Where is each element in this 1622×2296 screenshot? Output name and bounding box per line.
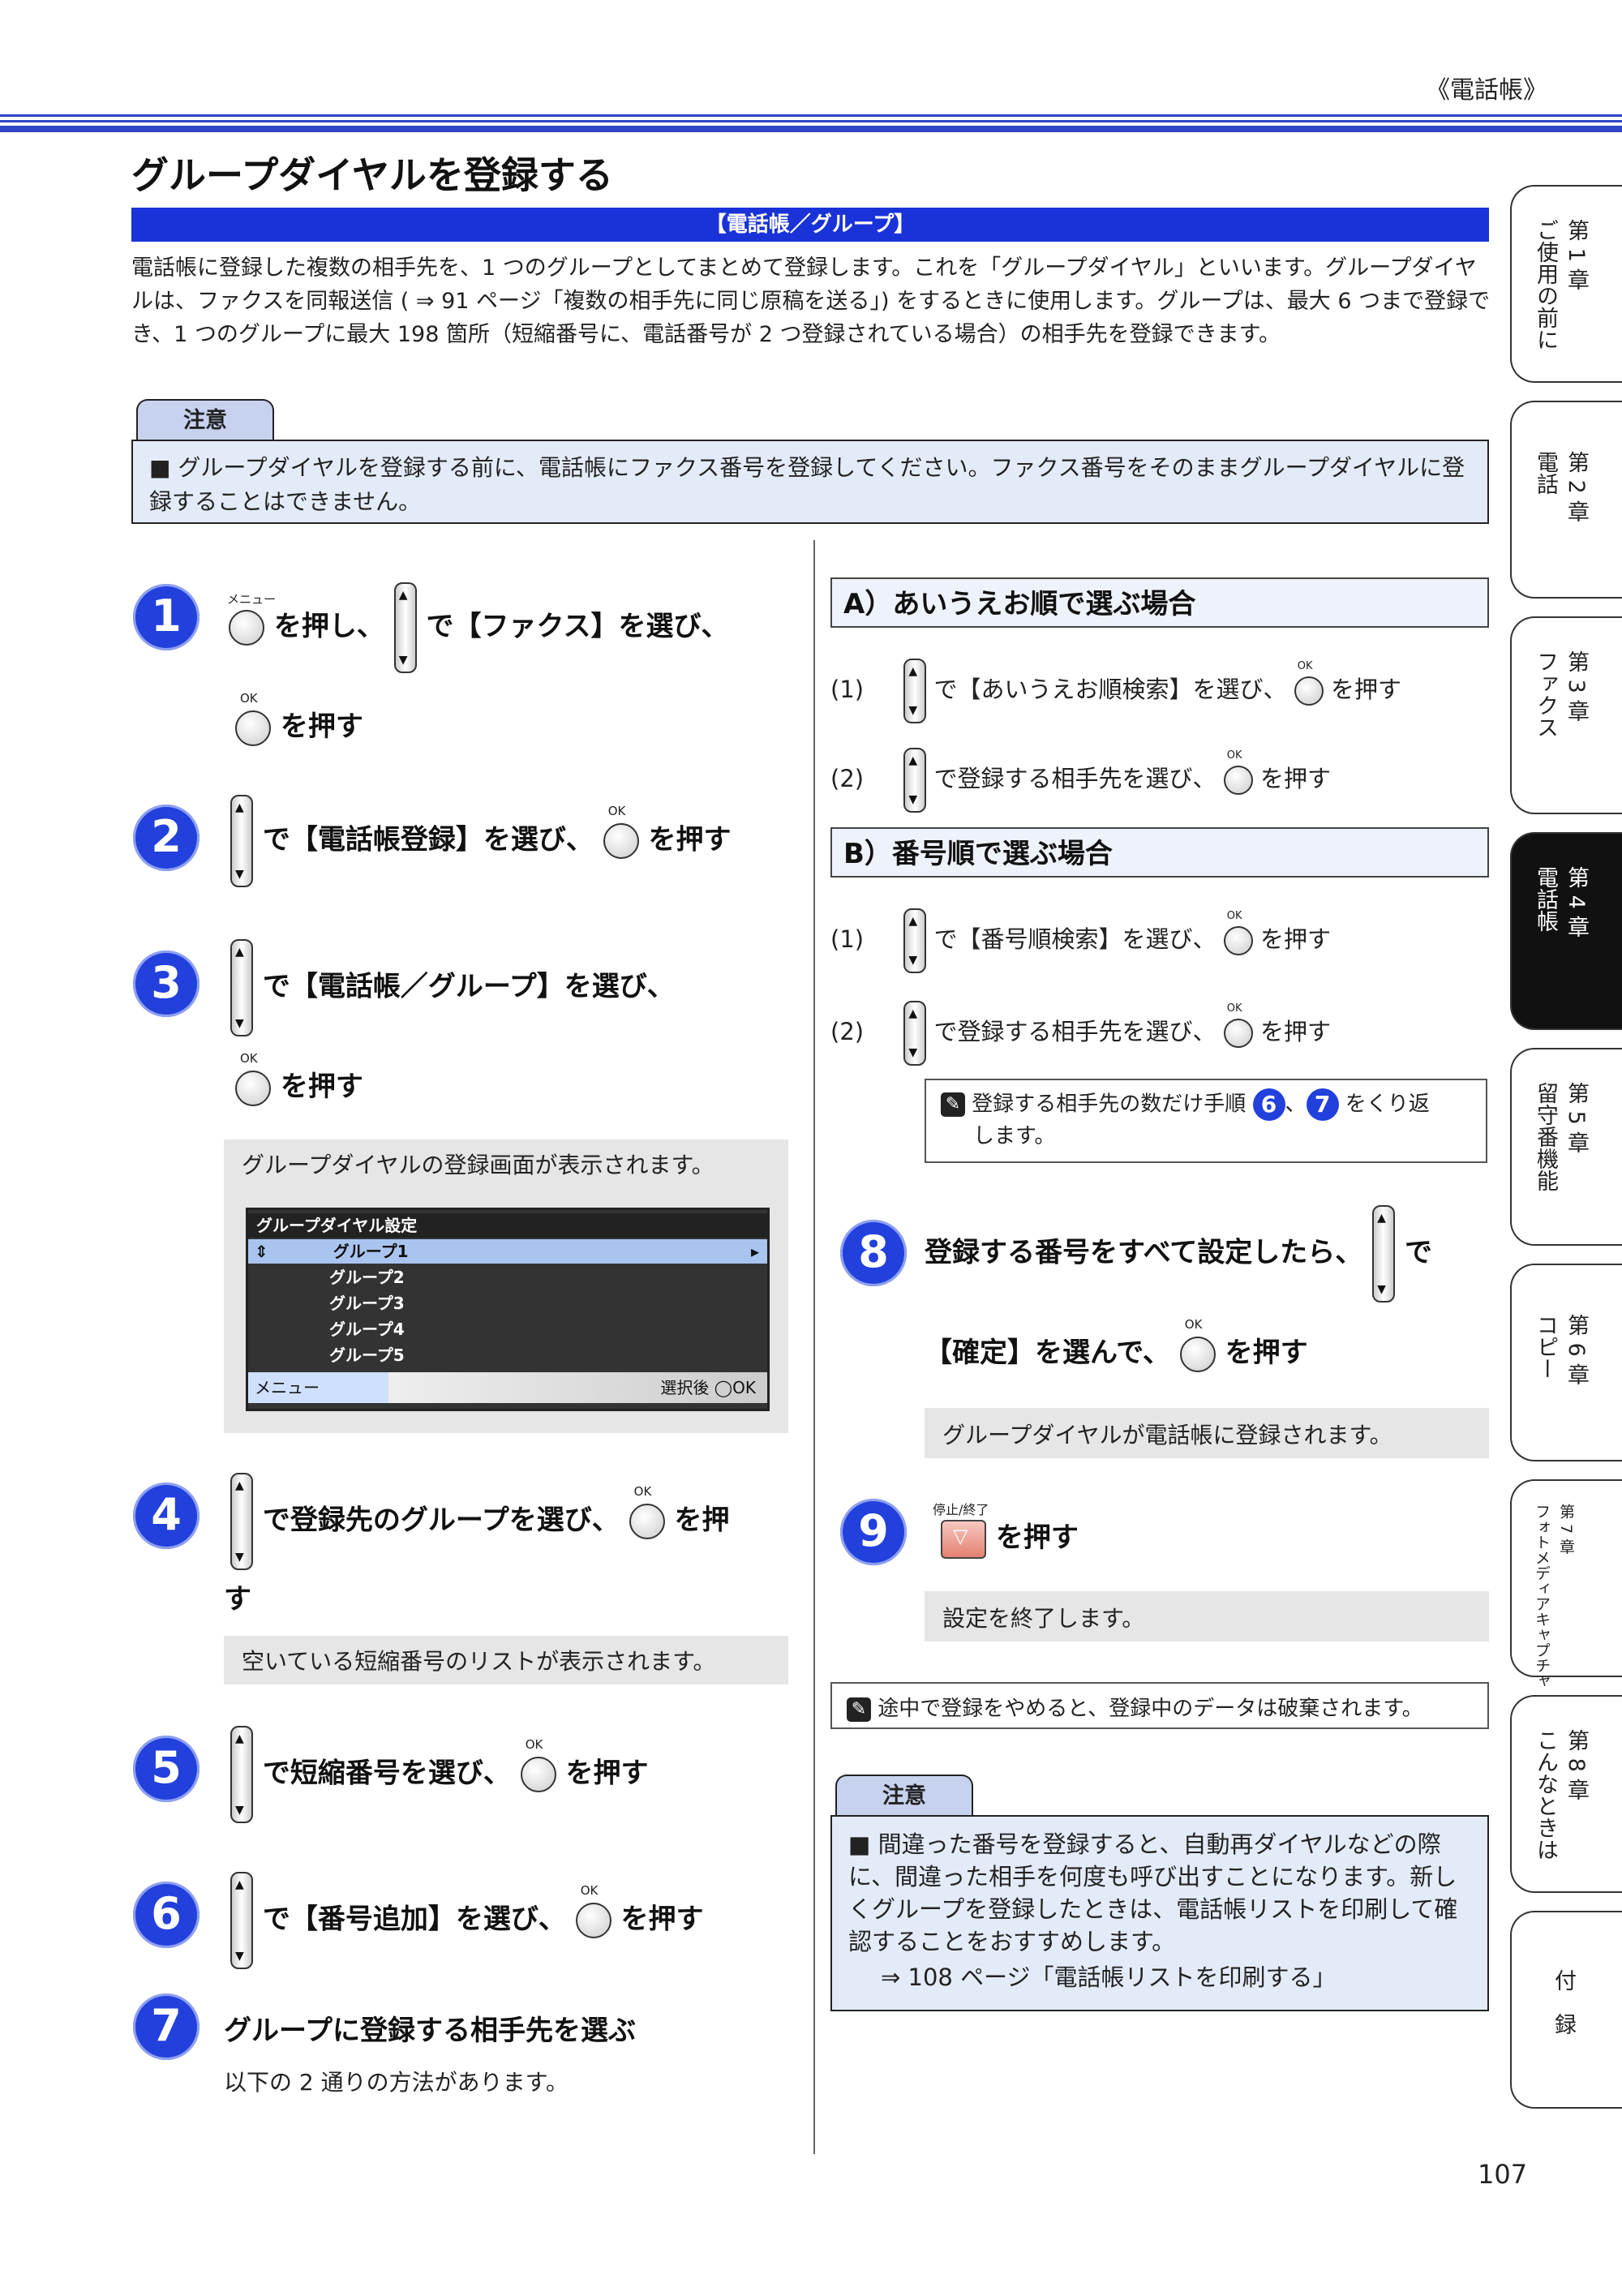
caution-tab: 注意 [136,399,274,441]
up-down-button-icon [903,908,927,973]
method-b-item-1: (1) で【番号順検索】を選び、 OK を押す [830,908,1331,973]
chapter-tab-2[interactable]: 第 2 章電話 [1510,401,1622,599]
step-3-number: 3 [133,951,200,1017]
column-divider [813,540,815,2154]
menu-path-bar: 【電話帳／グループ】 [131,208,1489,242]
step-6-number: 6 [133,1882,200,1948]
ok-button-icon: OK [520,1737,556,1792]
ok-button-icon: OK [1223,910,1253,955]
memo-icon: ✎ [847,1697,871,1722]
step-4-number: 4 [133,1483,200,1549]
step-2-text: で【電話帳登録】を選び、 OK を押す [230,795,732,887]
lcd-row: グループ3 [329,1294,405,1313]
step-1-line2: OK を押す [235,691,363,746]
method-a-item-2: (2) で登録する相手先を選び、 OK を押す [830,748,1331,813]
lcd-row: グループ2 [329,1268,405,1287]
up-down-button-icon [230,939,253,1036]
step-7-text: グループに登録する相手先を選ぶ [224,2015,636,2047]
method-b-item-2: (2) で登録する相手先を選び、 OK を押す [830,1001,1331,1066]
chapter-tab-5[interactable]: 第 5 章留守番機能 [1510,1048,1622,1246]
up-down-button-icon [230,795,253,887]
step-9-note: 設定を終了します。 [925,1591,1489,1642]
method-a-heading: A）あいうえお順で選ぶ場合 [830,577,1489,628]
lcd-title: グループダイヤル設定 [248,1213,767,1238]
chapter-tab-4[interactable]: 第 4 章電話帳 [1510,832,1622,1030]
intro-text: 電話帳に登録した複数の相手先を、1 つのグループとしてまとめて登録します。これを… [131,255,1491,347]
up-down-button-icon [903,1001,927,1066]
ok-button-icon: OK [1223,1002,1253,1048]
method-b-heading: B）番号順で選ぶ場合 [830,827,1489,878]
chapter-tab-6[interactable]: 第 6 章コピー [1510,1264,1622,1461]
step-1-line1: メニュー を押し、 で【ファクス】を選び、 [227,582,729,673]
chapter-tab-appendix[interactable]: 付 録 [1510,1911,1622,2109]
header-rule [0,114,1622,134]
step-8-line1: 登録する番号をすべて設定したら、 で [925,1205,1432,1302]
section-tag: 《電話帳》 [1426,76,1547,105]
step-4-note: 空いている短縮番号のリストが表示されます。 [224,1636,788,1684]
repeat-tip: ✎ 登録する相手先の数だけ手順 6、 7 をくり返 します。 [925,1079,1487,1163]
chapter-tab-3[interactable]: 第 3 章ファクス [1510,616,1622,814]
lcd-footer: メニュー 選択後 ◯OK [248,1372,767,1403]
step-2-number: 2 [133,805,200,871]
step-6-text: で【番号追加】を選び、 OK を押す [230,1872,704,1969]
step-5-number: 5 [133,1736,200,1802]
up-down-button-icon [1372,1205,1396,1302]
up-down-button-icon [230,1726,253,1823]
lcd-row-selected: ⇕ グループ1 ▸ [248,1239,767,1264]
memo-icon: ✎ [941,1092,965,1117]
step-3-line1: で【電話帳／グループ】を選び、 [230,939,675,1036]
ok-button-icon: OK [235,691,271,746]
step-7-note: 以下の 2 通りの方法があります。 [224,2069,569,2096]
caution-box: ■ グループダイヤルを登録する前に、電話帳にファクス番号を登録してください。ファ… [131,440,1489,524]
caution-tab: 注意 [835,1775,973,1817]
chapter-tab-1[interactable]: 第 1 章ご使用の前に [1510,185,1622,383]
step-3-line2: OK を押す [235,1051,363,1106]
step-1-number: 1 [133,584,200,650]
up-down-button-icon [230,1473,253,1570]
ok-button-icon: OK [1294,660,1324,706]
page-title: グループダイヤルを登録する [131,153,613,197]
step-7-number: 7 [133,1993,200,2060]
step-8-number: 8 [840,1220,907,1286]
menu-button-icon: メニュー [227,592,276,646]
chapter-tab-7[interactable]: 第 7 章フォトメディアキャプチャ [1510,1479,1622,1689]
ok-button-icon: OK [1179,1317,1216,1372]
step-5-text: で短縮番号を選び、 OK を押す [230,1726,649,1823]
cancel-tip: ✎ 途中で登録をやめると、登録中のデータは破棄されます。 [830,1682,1489,1729]
ok-button-icon: OK [235,1051,271,1106]
lcd-row: グループ5 [329,1345,405,1365]
up-down-button-icon [903,748,927,813]
lcd-screen: グループダイヤル設定 ⇕ グループ1 ▸ グループ2 グループ3 グループ4 グルー… [246,1208,770,1411]
step-8-note: グループダイヤルが電話帳に登録されます。 [925,1408,1489,1458]
up-down-button-icon [230,1872,253,1969]
chapter-tab-8[interactable]: 第 8 章こんなときは [1510,1695,1622,1893]
ok-button-icon: OK [629,1484,665,1539]
lcd-row: グループ4 [329,1320,405,1339]
page-number: 107 [1478,2159,1528,2190]
ok-button-icon: OK [603,804,639,859]
up-down-button-icon [393,582,417,673]
step-4-text: で登録先のグループを選び、 OK を押 [230,1473,730,1570]
step-8-line2: 【確定】を選んで、 OK を押す [925,1317,1308,1372]
up-down-button-icon [903,659,927,723]
method-a-item-1: (1) で【あいうえお順検索】を選び、 OK を押す [830,659,1401,723]
step-9-number: 9 [840,1499,907,1565]
caution-box-bottom: ■ 間違った番号を登録すると、自動再ダイヤルなどの際に、間違った相手を何度も呼び… [830,1815,1489,2011]
ok-button-icon: OK [575,1883,611,1938]
step-4-text-wrap: す [224,1583,251,1616]
ok-button-icon: OK [1223,749,1253,795]
step-9-text: を押す [941,1515,1079,1559]
stop-button-icon [941,1519,986,1559]
